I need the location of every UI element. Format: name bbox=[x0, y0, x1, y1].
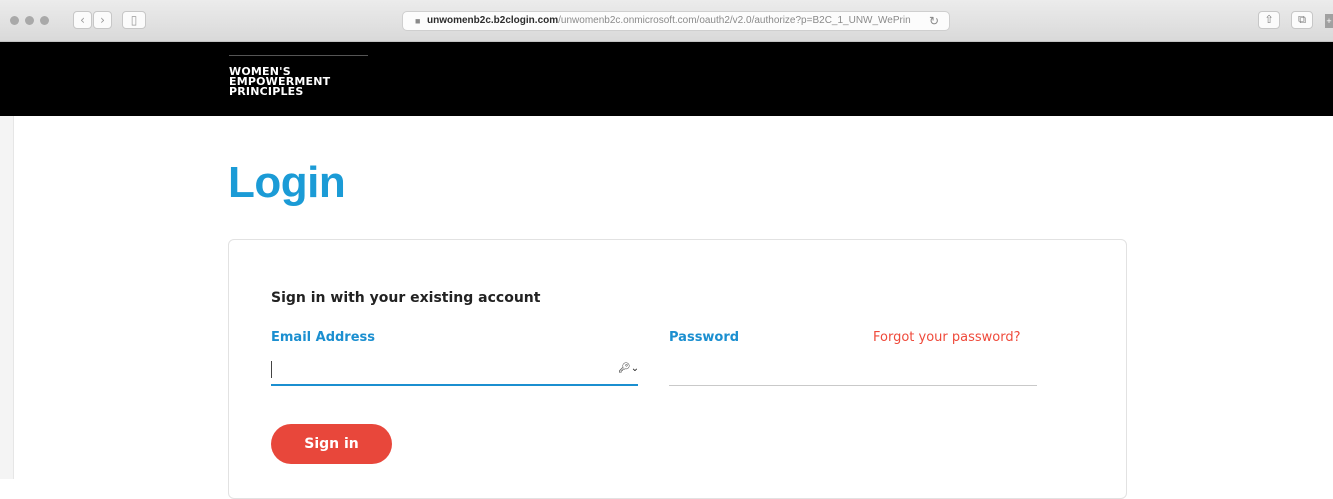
brand-logo[interactable]: WOMEN'S EMPOWERMENT PRINCIPLES bbox=[229, 66, 330, 98]
email-label: Email Address bbox=[271, 330, 376, 345]
window-zoom-dot[interactable] bbox=[40, 16, 49, 25]
back-icon[interactable]: ‹ bbox=[73, 11, 92, 29]
reload-icon[interactable]: ↻ bbox=[929, 12, 939, 30]
url-host: unwomenb2c.b2clogin.com bbox=[427, 15, 559, 26]
sign-in-button[interactable]: Sign in bbox=[271, 424, 392, 464]
tabs-overview-icon[interactable]: ⧉ bbox=[1291, 11, 1313, 29]
form-heading: Sign in with your existing account bbox=[271, 290, 541, 306]
share-icon[interactable]: ⇧ bbox=[1258, 11, 1280, 29]
page-edge bbox=[0, 116, 14, 479]
password-manager-key-icon[interactable]: 🔑︎⌄ bbox=[618, 363, 639, 375]
new-tab-icon[interactable]: + bbox=[1325, 14, 1333, 28]
login-card: Sign in with your existing account Email… bbox=[228, 239, 1127, 499]
email-field[interactable] bbox=[271, 356, 638, 386]
address-bar[interactable]: ■ unwomenb2c.b2clogin.com/unwomenb2c.onm… bbox=[402, 11, 950, 31]
text-caret bbox=[271, 361, 272, 378]
password-label: Password bbox=[669, 330, 740, 345]
window-close-dot[interactable] bbox=[10, 16, 19, 25]
forward-icon[interactable]: › bbox=[93, 11, 112, 29]
page-title: Login bbox=[228, 158, 346, 207]
browser-toolbar: ‹ › ▯ ■ unwomenb2c.b2clogin.com/unwomenb… bbox=[0, 0, 1333, 42]
url-path: /unwomenb2c.onmicrosoft.com/oauth2/v2.0/… bbox=[558, 15, 911, 26]
lock-icon: ■ bbox=[415, 16, 421, 26]
site-header: WOMEN'S EMPOWERMENT PRINCIPLES bbox=[0, 42, 1333, 116]
window-minimize-dot[interactable] bbox=[25, 16, 34, 25]
sidebar-toggle-icon[interactable]: ▯ bbox=[122, 11, 146, 29]
brand-line-3: PRINCIPLES bbox=[229, 85, 304, 98]
password-field[interactable] bbox=[669, 356, 1037, 386]
forgot-password-link[interactable]: Forgot your password? bbox=[873, 330, 1021, 345]
brand-divider bbox=[229, 55, 368, 56]
